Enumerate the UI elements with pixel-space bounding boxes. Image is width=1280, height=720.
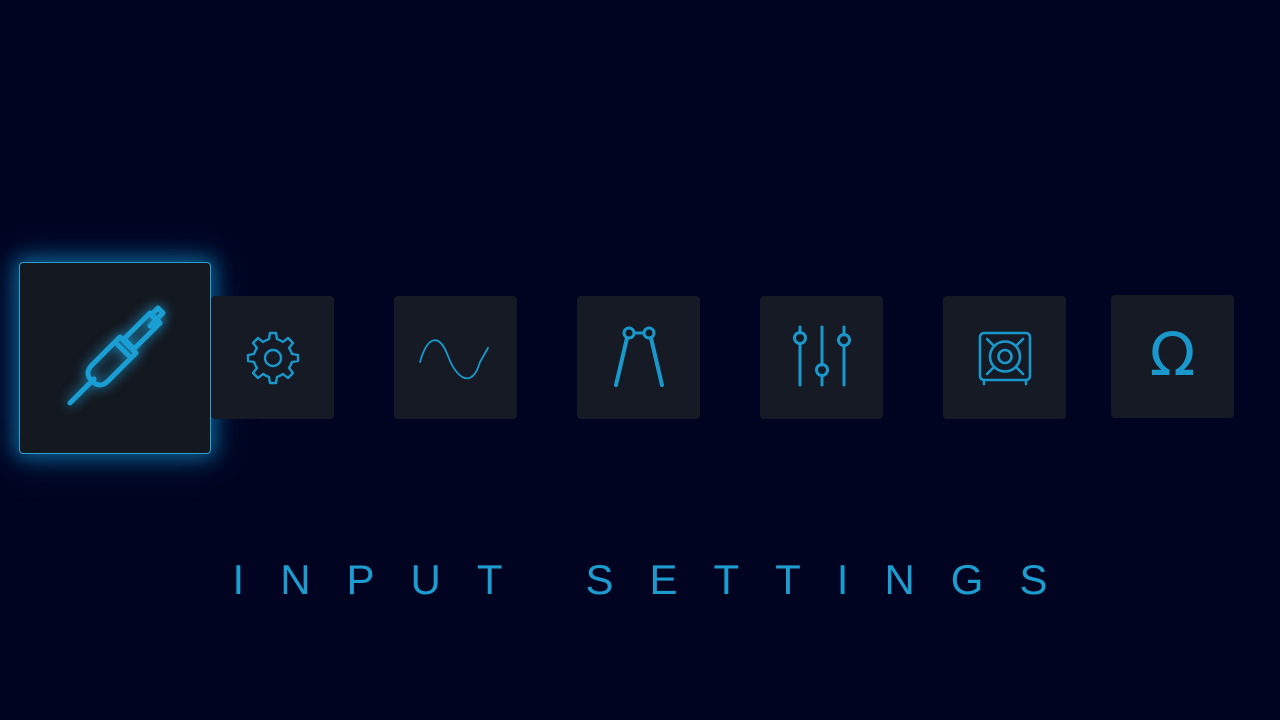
audio-jack-icon	[67, 305, 166, 406]
menu-item-impedance[interactable]: Ω	[1111, 295, 1234, 418]
tuning-fork-icon	[613, 326, 664, 387]
menu-screen: Ω INPUT SETTINGS	[0, 0, 1280, 720]
selected-menu-label: INPUT SETTINGS	[232, 556, 1084, 603]
sine-wave-icon	[418, 338, 489, 379]
menu-item-input[interactable]	[19, 262, 211, 454]
speaker-cabinet-icon	[978, 331, 1031, 385]
menu-item-settings[interactable]	[211, 296, 334, 419]
mixer-sliders-icon	[792, 325, 851, 386]
menu-item-mixer[interactable]	[760, 296, 883, 419]
menu-item-tuner[interactable]	[577, 296, 700, 419]
omega-icon: Ω	[1149, 319, 1196, 390]
menu-item-waveform[interactable]	[394, 296, 517, 419]
gear-icon	[246, 331, 299, 384]
menu-item-speaker[interactable]	[943, 296, 1066, 419]
